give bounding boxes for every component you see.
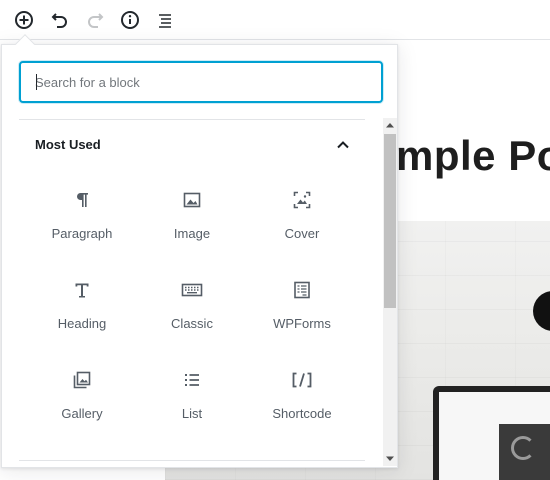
laptop-screen — [439, 392, 550, 480]
inserter-scrollbar[interactable] — [383, 118, 397, 466]
block-item-gallery[interactable]: Gallery — [27, 360, 137, 440]
add-block-button[interactable] — [10, 6, 38, 34]
text-caret — [36, 74, 37, 90]
cover-icon — [290, 188, 314, 212]
block-search-input[interactable] — [21, 63, 381, 101]
most-used-panel: Most Used Paragraph Image Cover Heading … — [19, 120, 365, 460]
block-label: WPForms — [273, 316, 331, 331]
wpforms-icon — [290, 278, 314, 302]
block-item-image[interactable]: Image — [137, 180, 247, 260]
chevron-up-icon — [337, 141, 349, 149]
block-label: Cover — [284, 226, 320, 241]
gallery-icon — [70, 368, 94, 392]
plus-circle-icon — [15, 11, 33, 29]
block-label: List — [181, 406, 203, 421]
block-label: Paragraph — [51, 226, 113, 241]
block-item-shortcode[interactable]: Shortcode — [247, 360, 357, 440]
undo-icon — [51, 13, 67, 28]
panel-title: Most Used — [35, 137, 101, 152]
list-icon — [159, 14, 171, 28]
list-icon — [180, 368, 204, 392]
info-button[interactable] — [116, 6, 144, 34]
scroll-up-arrow-icon[interactable] — [383, 118, 397, 132]
block-label: Image — [173, 226, 211, 241]
redo-button[interactable] — [81, 6, 109, 34]
block-item-classic[interactable]: Classic — [137, 270, 247, 350]
undo-button[interactable] — [46, 6, 74, 34]
block-label: Heading — [57, 316, 107, 331]
image-icon — [180, 188, 204, 212]
block-navigation-button[interactable] — [151, 6, 179, 34]
panel-bottom-divider — [19, 460, 365, 461]
most-used-panel-toggle[interactable]: Most Used — [19, 120, 365, 170]
scroll-down-arrow-icon[interactable] — [383, 452, 397, 466]
block-item-list[interactable]: List — [137, 360, 247, 440]
info-icon — [121, 11, 139, 29]
block-item-cover[interactable]: Cover — [247, 180, 357, 260]
block-search[interactable] — [19, 61, 383, 103]
scrollbar-thumb[interactable] — [384, 134, 396, 308]
block-item-wpforms[interactable]: WPForms — [247, 270, 357, 350]
block-item-paragraph[interactable]: Paragraph — [27, 180, 137, 260]
paragraph-icon — [70, 188, 94, 212]
keyboard-icon — [180, 278, 204, 302]
laptop-shape — [433, 386, 550, 480]
block-label: Gallery — [61, 406, 103, 421]
loading-circle-icon — [511, 436, 535, 460]
block-item-heading[interactable]: Heading — [27, 270, 137, 350]
block-label: Classic — [171, 316, 213, 331]
redo-icon — [88, 13, 104, 28]
editor-toolbar — [0, 0, 550, 40]
heading-icon — [70, 278, 94, 302]
shortcode-icon — [290, 368, 314, 392]
block-inserter-popover: Most Used Paragraph — [1, 34, 398, 468]
block-label: Shortcode — [272, 406, 332, 421]
post-title[interactable]: mple Po — [396, 132, 550, 180]
